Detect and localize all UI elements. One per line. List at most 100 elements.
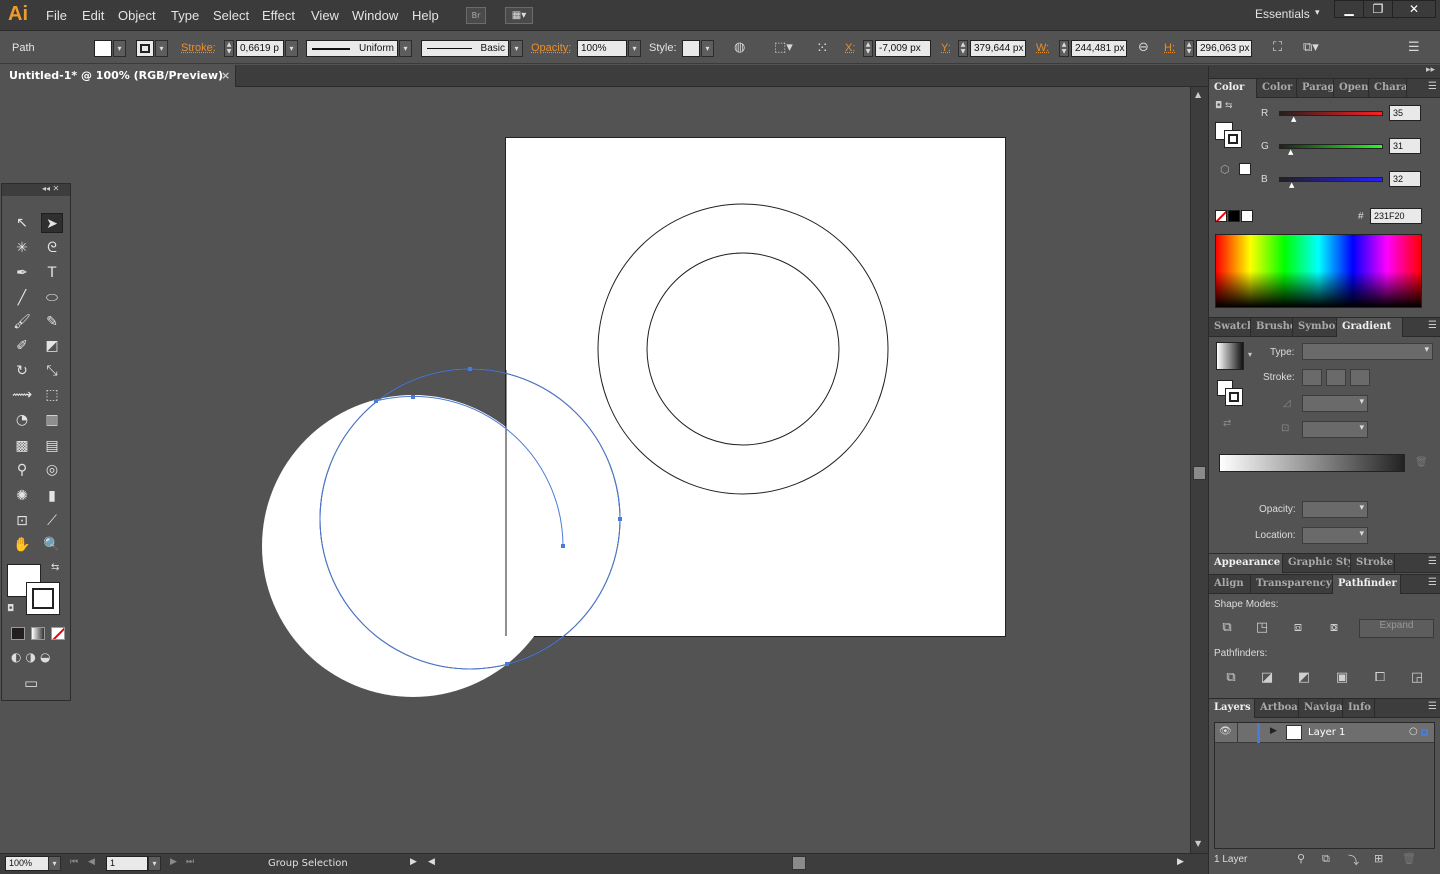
tab-navigator[interactable]: Navigat <box>1299 699 1343 718</box>
tab-pathfinder[interactable]: Pathfinder <box>1333 575 1401 594</box>
intersect-icon[interactable]: ⧈ <box>1288 619 1308 637</box>
direct-selection-tool-icon[interactable]: ➤ <box>41 213 63 233</box>
tab-stroke[interactable]: Stroke <box>1351 554 1395 573</box>
hex-value-field[interactable]: 231F20 <box>1370 208 1422 224</box>
canvas[interactable] <box>0 87 1190 853</box>
artboard-dropdown[interactable]: ▾ <box>148 856 161 871</box>
black-swatch[interactable] <box>1228 210 1240 222</box>
clipping-mask-icon[interactable]: ⧉ <box>1322 852 1330 866</box>
rotate-tool-icon[interactable]: ↻ <box>11 361 33 381</box>
scroll-up-icon[interactable]: ▲ <box>1195 90 1201 99</box>
tab-symbols[interactable]: Symbol <box>1293 318 1337 337</box>
tab-info[interactable]: Info <box>1343 699 1375 718</box>
out-of-gamut-icon[interactable]: ⬡ <box>1220 163 1230 176</box>
lasso-tool-icon[interactable]: ᘓ <box>41 238 63 258</box>
y-label[interactable]: Y: <box>941 42 951 54</box>
artboard-tool-icon[interactable]: ⊡ <box>11 511 33 531</box>
x-label[interactable]: X: <box>845 42 855 54</box>
vertical-scroll-thumb[interactable] <box>1193 466 1206 480</box>
gradient-slider[interactable] <box>1219 454 1405 472</box>
free-transform-tool-icon[interactable]: ⬚ <box>41 385 63 405</box>
chevron-down-icon[interactable]: ▾ <box>1315 7 1320 18</box>
r-slider-handle[interactable]: ▲ <box>1291 115 1296 123</box>
color-spectrum[interactable] <box>1215 234 1422 308</box>
next-artboard-icon[interactable]: ▶ <box>170 857 177 867</box>
scroll-left-icon[interactable]: ◀ <box>428 857 435 867</box>
blend-tool-icon[interactable]: ◎ <box>41 460 63 480</box>
menu-help[interactable]: Help <box>412 8 439 23</box>
delete-stop-icon[interactable]: 🗑 <box>1415 457 1428 468</box>
tab-paragraph[interactable]: Parag <box>1297 79 1334 98</box>
status-menu-icon[interactable]: ▶ <box>410 857 417 867</box>
delete-layer-icon[interactable]: 🗑 <box>1402 852 1416 865</box>
tab-transparency[interactable]: Transparency <box>1251 575 1333 594</box>
w-stepper[interactable]: ▲ ▼ <box>1059 40 1069 57</box>
tab-appearance[interactable]: Appearance <box>1209 554 1283 573</box>
selection-tool-icon[interactable]: ↖ <box>11 213 33 233</box>
stroke-weight-field[interactable]: 0,6619 p <box>236 40 284 57</box>
tab-swatches[interactable]: Swatch <box>1209 318 1251 337</box>
menu-effect[interactable]: Effect <box>262 8 295 23</box>
slice-tool-icon[interactable]: ⟋ <box>41 511 63 531</box>
swap-fill-stroke-icon[interactable]: ⇆ <box>51 562 59 573</box>
g-value-field[interactable]: 31 <box>1389 138 1421 154</box>
outline-icon[interactable]: ⧠ <box>1370 669 1390 687</box>
opacity-field[interactable]: 100% <box>577 40 627 57</box>
brush-definition[interactable]: Basic <box>421 40 509 57</box>
zoom-dropdown[interactable]: ▾ <box>48 856 61 871</box>
gradient-mode-button[interactable] <box>31 627 45 640</box>
appearance-panel-menu-icon[interactable]: ☰ <box>1428 556 1437 567</box>
scale-tool-icon[interactable]: ⤡ <box>41 361 63 381</box>
w-field[interactable]: 244,481 px <box>1071 40 1127 57</box>
x-field[interactable]: -7,009 px <box>875 40 931 57</box>
menu-select[interactable]: Select <box>213 8 249 23</box>
line-tool-icon[interactable]: ╱ <box>11 288 33 308</box>
profile-dropdown[interactable]: ▾ <box>399 40 412 57</box>
mesh-tool-icon[interactable]: ▩ <box>11 436 33 456</box>
expand-layer-icon[interactable]: ▶ <box>1270 726 1277 736</box>
reverse-gradient-icon[interactable]: ⇄ <box>1223 418 1231 429</box>
menu-window[interactable]: Window <box>352 8 398 23</box>
selection-indicator[interactable] <box>1421 729 1428 736</box>
magic-wand-tool-icon[interactable]: ✳ <box>11 238 33 258</box>
blob-brush-tool-icon[interactable]: ✐ <box>11 336 33 356</box>
tab-color[interactable]: Color <box>1209 79 1257 98</box>
visibility-eye-icon[interactable]: 👁 <box>1219 726 1232 737</box>
reference-point-icon[interactable]: ⁙ <box>816 39 829 57</box>
color-mode-button[interactable] <box>11 627 25 640</box>
tab-gradient[interactable]: Gradient <box>1337 318 1403 337</box>
tab-opentype[interactable]: OpenT <box>1334 79 1369 98</box>
dock-header[interactable]: ▸▸ <box>1209 65 1440 78</box>
artboard-number-field[interactable]: 1 <box>106 856 148 871</box>
scroll-right-icon[interactable]: ▶ <box>1177 857 1184 867</box>
outer-ring-circle[interactable] <box>597 203 889 495</box>
stop-opacity-field[interactable]: ▾ <box>1302 501 1368 518</box>
b-value-field[interactable]: 32 <box>1389 171 1421 187</box>
exclude-icon[interactable]: ⧇ <box>1324 619 1344 637</box>
expand-button[interactable]: Expand <box>1359 619 1434 638</box>
pen-tool-icon[interactable]: ✒ <box>11 263 33 283</box>
divide-icon[interactable]: ⧉ <box>1221 669 1241 687</box>
layer-name[interactable]: Layer 1 <box>1308 727 1345 738</box>
menu-file[interactable]: File <box>46 8 67 23</box>
stroke-swatch[interactable] <box>136 40 154 57</box>
tab-color-guide[interactable]: Color <box>1257 79 1297 98</box>
bridge-button[interactable]: Br <box>466 7 486 24</box>
gradient-tool-icon[interactable]: ▤ <box>41 436 63 456</box>
panel-stroke-swatch[interactable] <box>1224 130 1242 148</box>
zoom-tool-icon[interactable]: 🔍 <box>41 535 63 555</box>
drawing-modes-icon[interactable]: ◐◑◒ <box>11 650 54 664</box>
opacity-dropdown[interactable]: ▾ <box>628 40 641 57</box>
recolor-artwork-icon[interactable]: ◍ <box>734 40 745 55</box>
close-tab-icon[interactable]: × <box>221 69 230 82</box>
new-sublayer-icon[interactable]: ⤵ <box>1348 852 1359 868</box>
screen-mode-icon[interactable]: ▭ <box>24 674 38 692</box>
gradient-preview-dropdown[interactable]: ▾ <box>1248 350 1252 359</box>
hand-tool-icon[interactable]: ✋ <box>11 535 33 555</box>
stroke-gradient-within[interactable] <box>1302 369 1322 386</box>
trim-icon[interactable]: ◪ <box>1257 669 1277 687</box>
default-colors-icon[interactable]: ◘ <box>7 604 14 614</box>
y-stepper[interactable]: ▲ ▼ <box>958 40 968 57</box>
minimize-button[interactable]: ▁ <box>1334 0 1364 18</box>
stroke-color-box[interactable] <box>26 582 60 615</box>
